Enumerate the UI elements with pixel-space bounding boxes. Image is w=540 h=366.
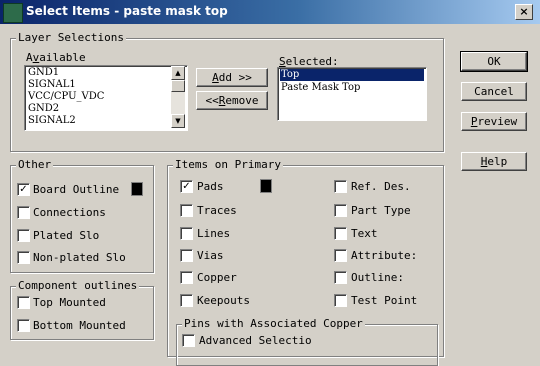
- lines-label: Lines: [197, 227, 231, 240]
- cancel-button[interactable]: Cancel: [461, 82, 527, 101]
- keepouts-label: Keepouts: [197, 294, 250, 307]
- window-title: Select Items - paste mask top: [26, 4, 228, 18]
- selected-listbox[interactable]: Top Paste Mask Top: [277, 67, 427, 121]
- remove-button[interactable]: <<Remove: [196, 91, 268, 110]
- layer-selections-legend: Layer Selections: [16, 31, 126, 44]
- pads-label: Pads: [197, 180, 224, 193]
- text-checkbox[interactable]: [334, 227, 347, 240]
- preview-button[interactable]: Preview: [461, 112, 527, 131]
- outlines-checkbox[interactable]: [334, 271, 347, 284]
- available-scrollbar[interactable]: ▲ ▼: [171, 66, 185, 128]
- part-type-checkbox[interactable]: [334, 204, 347, 217]
- other-legend: Other: [16, 158, 54, 171]
- connections-checkbox[interactable]: [17, 206, 30, 219]
- copper-checkbox[interactable]: [180, 271, 193, 284]
- available-label: Available: [26, 51, 86, 64]
- top-mounted-label: Top Mounted: [33, 296, 106, 309]
- plated-slots-checkbox[interactable]: [17, 229, 30, 242]
- close-button[interactable]: ×: [515, 4, 533, 20]
- list-item[interactable]: SIGNAL2: [27, 115, 185, 127]
- list-item[interactable]: GND2: [27, 103, 185, 115]
- advanced-selection-label: Advanced Selectio: [199, 334, 312, 347]
- board-outline-label: Board Outline: [33, 183, 120, 196]
- bottom-mounted-checkbox[interactable]: [17, 319, 30, 332]
- traces-label: Traces: [197, 204, 237, 217]
- board-outline-color-swatch[interactable]: [131, 182, 143, 196]
- pads-color-swatch[interactable]: [260, 179, 272, 193]
- pads-checkbox[interactable]: ✓: [180, 180, 193, 193]
- outlines-label: Outline:: [351, 271, 404, 284]
- list-item[interactable]: SIGNAL1: [27, 79, 185, 91]
- add-button[interactable]: Add >>: [196, 68, 268, 87]
- title-bar[interactable]: Select Items - paste mask top ×: [0, 0, 540, 24]
- copper-label: Copper: [197, 271, 237, 284]
- text-label: Text: [351, 227, 378, 240]
- scroll-up-arrow-icon[interactable]: ▲: [171, 66, 185, 80]
- ref-des-checkbox[interactable]: [334, 180, 347, 193]
- list-item[interactable]: GND1: [27, 67, 185, 79]
- help-button[interactable]: Help: [461, 152, 527, 171]
- keepouts-checkbox[interactable]: [180, 294, 193, 307]
- list-item[interactable]: Top: [280, 69, 424, 81]
- app-icon: [3, 3, 23, 23]
- board-outline-checkbox[interactable]: ✓: [17, 183, 30, 196]
- non-plated-slots-checkbox[interactable]: [17, 251, 30, 264]
- attributes-label: Attribute:: [351, 249, 418, 262]
- lines-checkbox[interactable]: [180, 227, 193, 240]
- component-outlines-legend: Component outlines: [16, 279, 140, 292]
- ref-des-label: Ref. Des.: [351, 180, 411, 193]
- vias-checkbox[interactable]: [180, 249, 193, 262]
- bottom-mounted-label: Bottom Mounted: [33, 319, 126, 332]
- traces-checkbox[interactable]: [180, 204, 193, 217]
- test-point-checkbox[interactable]: [334, 294, 347, 307]
- part-type-label: Part Type: [351, 204, 411, 217]
- plated-slots-label: Plated Slo: [33, 229, 100, 242]
- vias-label: Vias: [197, 249, 224, 262]
- items-on-primary-legend: Items on Primary: [173, 158, 283, 171]
- available-listbox[interactable]: GND1 SIGNAL1 VCC/CPU_VDC GND2 SIGNAL2 ▲ …: [24, 65, 188, 131]
- list-item[interactable]: Paste Mask Top: [280, 82, 424, 94]
- top-mounted-checkbox[interactable]: [17, 296, 30, 309]
- ok-button[interactable]: OK: [460, 51, 528, 72]
- attributes-checkbox[interactable]: [334, 249, 347, 262]
- test-point-label: Test Point: [351, 294, 418, 307]
- pins-associated-copper-legend: Pins with Associated Copper: [182, 317, 365, 330]
- connections-label: Connections: [33, 206, 106, 219]
- scroll-down-arrow-icon[interactable]: ▼: [171, 114, 185, 128]
- scroll-thumb[interactable]: [171, 80, 185, 92]
- non-plated-slots-label: Non-plated Slo: [33, 251, 126, 264]
- advanced-selection-checkbox[interactable]: [182, 334, 195, 347]
- list-item[interactable]: VCC/CPU_VDC: [27, 91, 185, 103]
